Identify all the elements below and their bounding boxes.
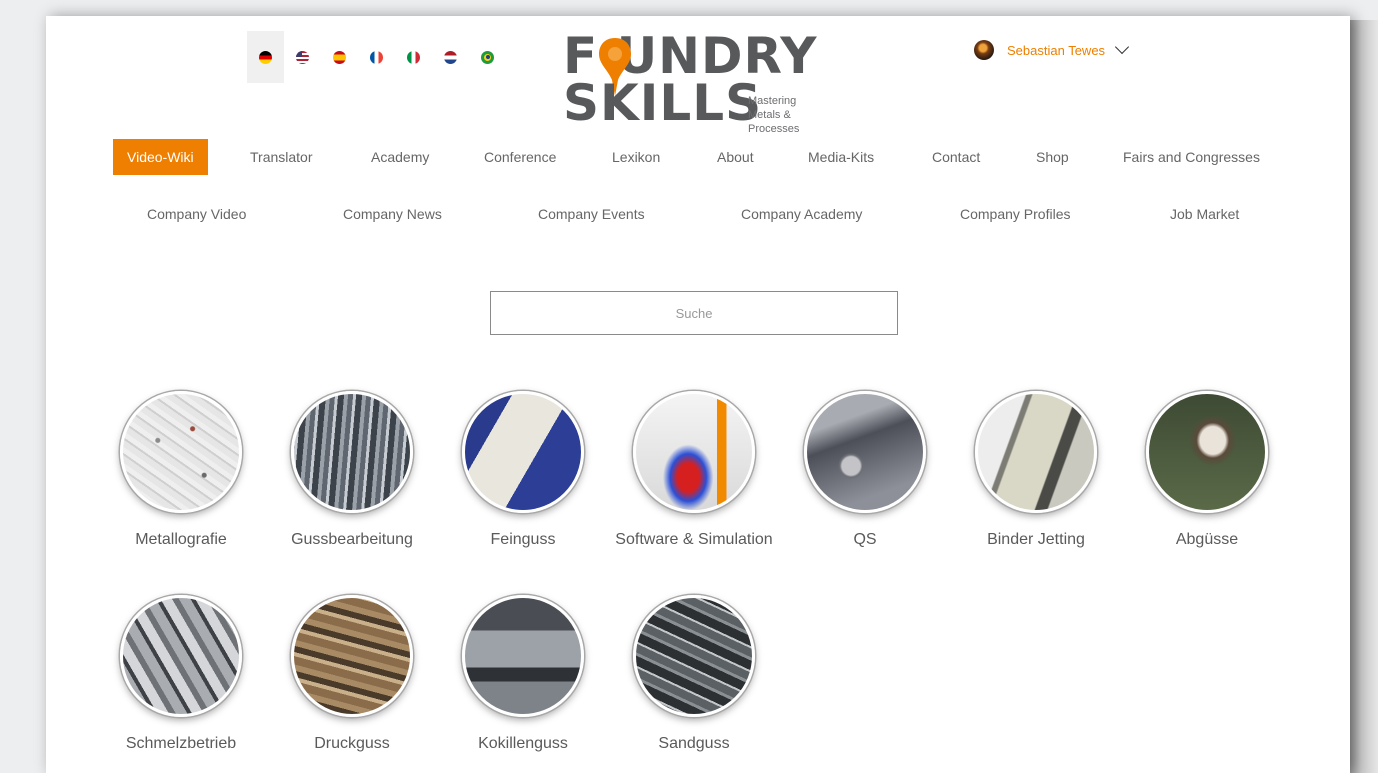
nav-lexikon[interactable]: Lexikon <box>612 139 660 175</box>
window-edge-shadow <box>1350 20 1378 773</box>
category-label: Binder Jetting <box>987 531 1085 548</box>
subnav-company-video[interactable]: Company Video <box>147 206 246 222</box>
category-image[interactable] <box>633 391 755 513</box>
subnav-company-events[interactable]: Company Events <box>538 206 645 222</box>
category-metallografie[interactable]: Metallografie <box>96 391 266 549</box>
category-image[interactable] <box>462 595 584 717</box>
chevron-down-icon[interactable] <box>1114 39 1130 55</box>
user-menu[interactable]: Sebastian Tewes <box>974 39 1130 60</box>
category-label: Druckguss <box>314 735 390 752</box>
category-feinguss[interactable]: Feinguss <box>438 391 608 549</box>
category-image[interactable] <box>120 595 242 717</box>
language-nl[interactable] <box>432 31 469 83</box>
subnav-company-profiles[interactable]: Company Profiles <box>960 206 1071 222</box>
category-kokillenguss[interactable]: Kokillenguss <box>438 595 608 753</box>
tagline-line: Mastering <box>748 95 797 107</box>
logo-tagline: Mastering Metals & Processes <box>748 94 828 136</box>
language-selector <box>247 31 506 83</box>
category-image[interactable] <box>291 391 413 513</box>
language-fr[interactable] <box>358 31 395 83</box>
nav-shop[interactable]: Shop <box>1036 139 1069 175</box>
spain-flag-icon <box>333 50 346 64</box>
page-container: F UNDRY SKILLS Mastering Metals & Proces… <box>46 16 1350 773</box>
category-label: Feinguss <box>490 531 556 548</box>
nav-about[interactable]: About <box>717 139 754 175</box>
category-image[interactable] <box>1146 391 1268 513</box>
nav-contact[interactable]: Contact <box>932 139 980 175</box>
tagline-line: Processes <box>748 123 800 135</box>
brazil-flag-icon <box>481 50 494 64</box>
language-de[interactable] <box>247 31 284 83</box>
category-image[interactable] <box>291 595 413 717</box>
subnav-job-market[interactable]: Job Market <box>1170 206 1239 222</box>
category-label: Software & Simulation <box>615 531 773 548</box>
category-software-simulation[interactable]: Software & Simulation <box>609 391 779 549</box>
category-image[interactable] <box>462 391 584 513</box>
category-label: Abgüsse <box>1175 531 1239 548</box>
language-it[interactable] <box>395 31 432 83</box>
foundry-skills-logo[interactable]: F UNDRY SKILLS Mastering Metals & Proces… <box>563 27 828 135</box>
nav-media-kits[interactable]: Media-Kits <box>808 139 874 175</box>
category-sandguss[interactable]: Sandguss <box>609 595 779 753</box>
category-image[interactable] <box>633 595 755 717</box>
france-flag-icon <box>370 50 383 64</box>
category-label: QS <box>853 531 877 548</box>
language-br[interactable] <box>469 31 506 83</box>
subnav-company-academy[interactable]: Company Academy <box>741 206 862 222</box>
category-label: Sandguss <box>658 735 730 752</box>
language-es[interactable] <box>321 31 358 83</box>
category-image[interactable] <box>975 391 1097 513</box>
netherlands-flag-icon <box>444 50 457 64</box>
logo-line-2: SKILLS <box>563 74 763 132</box>
avatar-icon <box>974 40 994 60</box>
sub-navigation: Company Video Company News Company Event… <box>46 206 1350 226</box>
search-input[interactable] <box>490 291 898 335</box>
nav-translator[interactable]: Translator <box>250 139 313 175</box>
nav-academy[interactable]: Academy <box>371 139 429 175</box>
category-label: Schmelzbetrieb <box>125 735 237 752</box>
category-qs[interactable]: QS <box>780 391 950 549</box>
nav-conference[interactable]: Conference <box>484 139 556 175</box>
nav-fairs-and-congresses[interactable]: Fairs and Congresses <box>1123 139 1260 175</box>
category-druckguss[interactable]: Druckguss <box>267 595 437 753</box>
italy-flag-icon <box>407 50 420 64</box>
category-abguesse[interactable]: Abgüsse <box>1122 391 1292 549</box>
category-image[interactable] <box>120 391 242 513</box>
category-image[interactable] <box>804 391 926 513</box>
main-navigation: Video-Wiki Translator Academy Conference… <box>113 139 1273 175</box>
usa-flag-icon <box>296 50 309 64</box>
user-name: Sebastian Tewes <box>1007 42 1106 58</box>
category-binder-jetting[interactable]: Binder Jetting <box>951 391 1121 549</box>
category-gussbearbeitung[interactable]: Gussbearbeitung <box>267 391 437 549</box>
language-en[interactable] <box>284 31 321 83</box>
category-label: Gussbearbeitung <box>291 531 413 548</box>
category-label: Metallografie <box>135 531 227 548</box>
subnav-company-news[interactable]: Company News <box>343 206 442 222</box>
germany-flag-icon <box>259 50 272 64</box>
category-label: Kokillenguss <box>478 735 568 752</box>
tagline-line: Metals & <box>748 109 791 121</box>
nav-video-wiki[interactable]: Video-Wiki <box>113 139 208 175</box>
category-schmelzbetrieb[interactable]: Schmelzbetrieb <box>96 595 266 753</box>
